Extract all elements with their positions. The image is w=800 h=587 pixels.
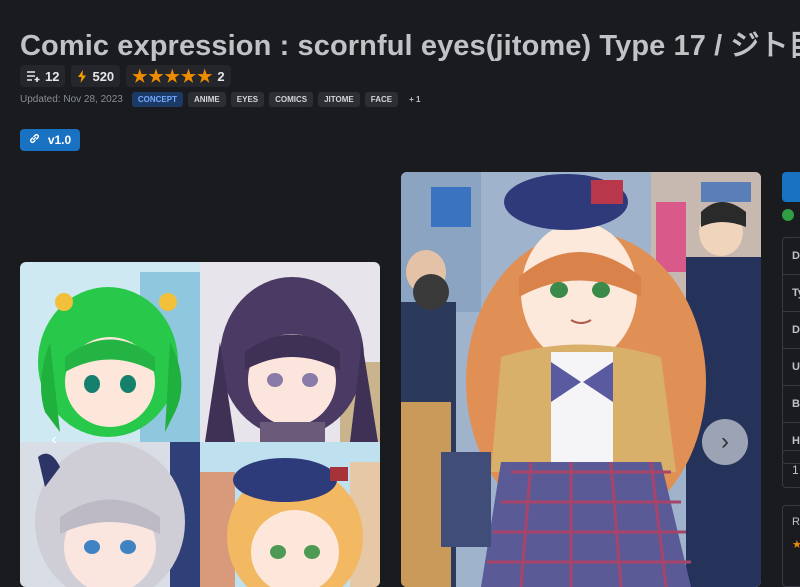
sidebar-panel[interactable]: 1	[782, 450, 800, 488]
orange-hair-girl-image	[200, 442, 380, 587]
collections-stat[interactable]: 12	[20, 65, 66, 87]
more-tags-button[interactable]: + 1	[403, 92, 426, 107]
details-row: D	[783, 312, 800, 349]
tag-anime[interactable]: ANIME	[187, 92, 226, 107]
details-row: D	[783, 238, 800, 275]
meta-row: Updated: Nov 28, 2023 CONCEPT ANIME EYES…	[20, 92, 426, 107]
reviews-label: R	[792, 516, 800, 528]
street-scene-image	[401, 172, 761, 587]
details-row: B	[783, 386, 800, 423]
tag-comics[interactable]: COMICS	[269, 92, 314, 107]
main-preview-image[interactable]: ›	[401, 172, 761, 587]
next-image-button[interactable]: ›	[702, 419, 748, 465]
bolt-icon	[77, 69, 87, 83]
rating-count: 2	[217, 68, 225, 84]
star-icon: ★	[164, 66, 180, 86]
tag-concept[interactable]: CONCEPT	[131, 92, 183, 107]
prev-image-button[interactable]: ‹	[44, 430, 64, 450]
green-hair-girl-image	[20, 262, 200, 442]
downloads-stat[interactable]: 520	[71, 65, 121, 87]
download-button[interactable]	[782, 172, 800, 202]
star-icon: ★	[148, 66, 164, 86]
reviews-panel[interactable]: R ★	[782, 505, 800, 587]
star-icon: ★	[197, 66, 213, 86]
star-icon: ★	[792, 539, 800, 551]
version-button[interactable]: v1.0	[20, 129, 80, 151]
stats-bar: 12 520 ★ ★ ★ ★ ★ 2	[20, 65, 231, 87]
collections-count: 12	[45, 68, 60, 84]
tag-face[interactable]: FACE	[364, 92, 399, 107]
details-table: D Ty D U B H	[782, 237, 800, 464]
updated-date: Updated: Nov 28, 2023	[20, 94, 123, 105]
status-icon	[782, 209, 794, 221]
tag-eyes[interactable]: EYES	[230, 92, 265, 107]
link-icon	[29, 133, 40, 147]
playlist-add-icon	[26, 70, 40, 82]
version-label: v1.0	[47, 133, 72, 147]
details-row: U	[783, 349, 800, 386]
rating-stars: ★ ★ ★ ★ ★	[132, 68, 212, 85]
details-row: Ty	[783, 275, 800, 312]
grid-preview-image[interactable]	[20, 262, 380, 587]
star-icon: ★	[132, 66, 148, 86]
downloads-count: 520	[92, 68, 115, 84]
page-title: Comic expression : scornful eyes(jitome)…	[20, 30, 800, 62]
purple-hair-girl-image	[200, 262, 380, 442]
rating-stat[interactable]: ★ ★ ★ ★ ★ 2	[126, 65, 231, 87]
silver-hair-girl-image	[20, 442, 200, 587]
chevron-right-icon: ›	[721, 428, 729, 455]
tag-jitome[interactable]: JITOME	[318, 92, 360, 107]
star-icon: ★	[180, 66, 197, 86]
